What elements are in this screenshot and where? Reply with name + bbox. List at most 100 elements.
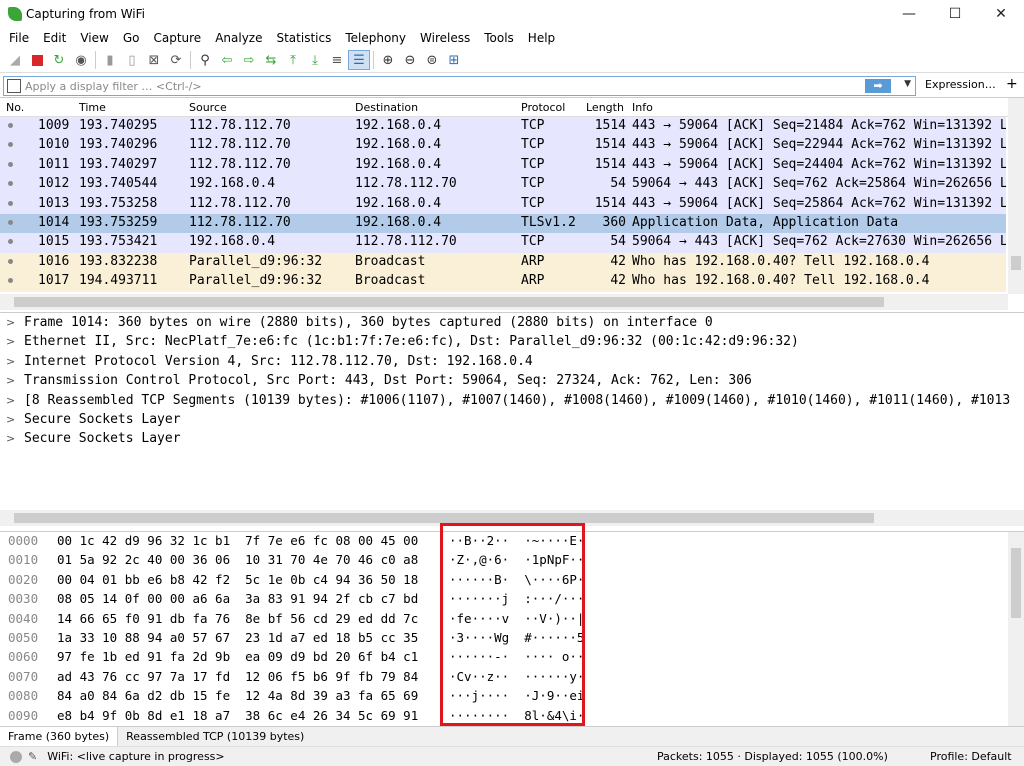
hex-bytes: 00 04 01 bb e6 b8 42 f2 5c 1e 0b c4 94 3…	[57, 571, 419, 587]
zoom-in-icon[interactable]: ⊕	[377, 50, 399, 70]
stop-capture-icon[interactable]	[26, 50, 48, 70]
expand-chevron-icon[interactable]: >	[6, 394, 15, 407]
column-header-destination[interactable]: Destination	[355, 101, 418, 114]
hex-vertical-scrollbar[interactable]	[1008, 532, 1024, 726]
packet-row[interactable]: 1013 193.753258 112.78.112.70 192.168.0.4 TC…	[0, 194, 1006, 214]
packet-time: 193.753421	[79, 234, 158, 250]
packet-length: 1514	[594, 137, 626, 153]
menu-edit[interactable]: Edit	[36, 31, 73, 45]
scrollbar-thumb[interactable]	[14, 297, 884, 307]
menu-file[interactable]: File	[2, 31, 36, 45]
go-back-icon[interactable]: ⇦	[216, 50, 238, 70]
packet-row[interactable]: 1014 193.753259 112.78.112.70 192.168.0.4 TL…	[0, 214, 1006, 234]
packet-relation-marker	[8, 239, 13, 245]
packet-number: 1013	[38, 195, 70, 211]
reload-file-icon[interactable]: ⟳	[165, 50, 187, 70]
expand-chevron-icon[interactable]: >	[6, 335, 15, 348]
autoscroll-icon[interactable]: ≡	[326, 50, 348, 70]
expand-chevron-icon[interactable]: >	[6, 432, 15, 445]
save-file-icon[interactable]: ▯	[121, 50, 143, 70]
go-forward-icon[interactable]: ⇨	[238, 50, 260, 70]
packet-protocol: TCP	[521, 176, 545, 192]
packet-list-vertical-scrollbar[interactable]	[1008, 98, 1024, 294]
go-first-packet-icon[interactable]: ⤒	[282, 50, 304, 70]
packet-row[interactable]: 1017 194.493711 Parallel_d9:96:32 Broadcast…	[0, 272, 1006, 292]
detail-tree-item[interactable]: > [8 Reassembled TCP Segments (10139 byte…	[0, 393, 1024, 412]
menu-go[interactable]: Go	[116, 31, 147, 45]
edit-comment-icon[interactable]: ✎	[28, 750, 37, 763]
filter-history-dropdown-icon[interactable]: ▼	[904, 79, 911, 89]
packet-time: 194.493711	[79, 273, 158, 289]
column-header-no[interactable]: No.	[6, 101, 24, 114]
colorize-icon[interactable]: ☰	[348, 50, 370, 70]
expand-chevron-icon[interactable]: >	[6, 413, 15, 426]
detail-tree-item[interactable]: > Ethernet II, Src: NecPlatf_7e:e6:fc (1c…	[0, 334, 1024, 353]
maximize-button[interactable]: ☐	[932, 0, 978, 28]
shark-fin-start-icon[interactable]: ◢	[4, 50, 26, 70]
menu-view[interactable]: View	[73, 31, 115, 45]
packet-destination: 192.168.0.4	[355, 215, 442, 230]
detail-tree-item[interactable]: > Frame 1014: 360 bytes on wire (2880 bit…	[0, 315, 1024, 334]
scrollbar-thumb[interactable]	[1011, 548, 1021, 618]
normal-size-icon[interactable]: ⊜	[421, 50, 443, 70]
tab-frame-bytes[interactable]: Frame (360 bytes)	[0, 727, 119, 746]
packet-time: 193.740297	[79, 156, 158, 172]
expand-chevron-icon[interactable]: >	[6, 374, 15, 387]
profile-text[interactable]: Profile: Default	[930, 750, 1012, 763]
menu-analyze[interactable]: Analyze	[208, 31, 269, 45]
packet-time: 193.753258	[79, 195, 158, 211]
detail-tree-item[interactable]: > Secure Sockets Layer	[0, 431, 1024, 450]
menu-statistics[interactable]: Statistics	[269, 31, 338, 45]
capture-options-icon[interactable]: ◉	[70, 50, 92, 70]
go-last-packet-icon[interactable]: ⤓	[304, 50, 326, 70]
packet-row[interactable]: 1011 193.740297 112.78.112.70 192.168.0.4 TC…	[0, 155, 1006, 176]
open-file-icon[interactable]: ▮	[99, 50, 121, 70]
packet-protocol: TCP	[521, 234, 545, 250]
packet-row[interactable]: 1009 193.740295 112.78.112.70 192.168.0.4 TC…	[0, 117, 1006, 137]
hex-bytes: 14 66 65 f0 91 db fa 76 8e bf 56 cd 29 e…	[57, 610, 419, 626]
menu-help[interactable]: Help	[521, 31, 562, 45]
find-packet-icon[interactable]: ⚲	[194, 50, 216, 70]
menu-telephony[interactable]: Telephony	[338, 31, 413, 45]
detail-tree-item[interactable]: > Transmission Control Protocol, Src Port…	[0, 373, 1024, 392]
apply-filter-arrow-icon[interactable]: ➡	[865, 79, 891, 93]
packet-source: Parallel_d9:96:32	[189, 253, 323, 269]
go-to-packet-icon[interactable]: ⇆	[260, 50, 282, 70]
column-header-time[interactable]: Time	[79, 101, 106, 114]
expand-chevron-icon[interactable]: >	[6, 355, 15, 368]
scrollbar-thumb[interactable]	[14, 513, 874, 523]
expand-chevron-icon[interactable]: >	[6, 316, 15, 329]
column-header-source[interactable]: Source	[189, 101, 227, 114]
minimize-button[interactable]: —	[886, 0, 932, 28]
column-header-info[interactable]: Info	[632, 101, 653, 114]
packet-source: 192.168.0.4	[189, 176, 276, 192]
packet-list-horizontal-scrollbar[interactable]	[0, 294, 1008, 310]
column-header-protocol[interactable]: Protocol	[521, 101, 565, 114]
close-file-icon[interactable]: ⊠	[143, 50, 165, 70]
hex-bytes: 97 fe 1b ed 91 fa 2d 9b ea 09 d9 bd 20 6…	[57, 649, 419, 665]
packet-row[interactable]: 1016 193.832238 Parallel_d9:96:32 Broadcast…	[0, 252, 1006, 273]
packet-info: Who has 192.168.0.40? Tell 192.168.0.4	[632, 253, 930, 269]
tab-reassembled-tcp[interactable]: Reassembled TCP (10139 bytes)	[118, 727, 312, 746]
zoom-out-icon[interactable]: ⊖	[399, 50, 421, 70]
expert-info-icon[interactable]	[10, 750, 22, 763]
packet-source: 192.168.0.4	[189, 234, 276, 250]
packet-row[interactable]: 1010 193.740296 112.78.112.70 192.168.0.4 TC…	[0, 136, 1006, 156]
add-filter-button[interactable]: +	[1006, 76, 1018, 92]
close-button[interactable]: ✕	[978, 0, 1024, 28]
detail-tree-item[interactable]: > Internet Protocol Version 4, Src: 112.7…	[0, 354, 1024, 373]
scrollbar-thumb[interactable]	[1011, 256, 1021, 270]
packet-length: 42	[610, 253, 626, 269]
detail-tree-item[interactable]: > Secure Sockets Layer	[0, 412, 1024, 431]
menu-capture[interactable]: Capture	[146, 31, 208, 45]
expression-button[interactable]: Expression…	[925, 78, 996, 91]
restart-capture-icon[interactable]: ↻	[48, 50, 70, 70]
resize-columns-icon[interactable]: ⊞	[443, 50, 465, 70]
packet-row[interactable]: 1015 193.753421 192.168.0.4 112.78.112.70 TC…	[0, 233, 1006, 253]
display-filter-input[interactable]: Apply a display filter … <Ctrl-/> ➡ ▼	[3, 76, 916, 96]
column-header-length[interactable]: Length	[586, 101, 624, 114]
bookmark-filter-icon[interactable]	[7, 79, 21, 93]
packet-row[interactable]: 1012 193.740544 192.168.0.4 112.78.112.70 TC…	[0, 175, 1006, 195]
menu-wireless[interactable]: Wireless	[413, 31, 477, 45]
menu-tools[interactable]: Tools	[477, 31, 521, 45]
